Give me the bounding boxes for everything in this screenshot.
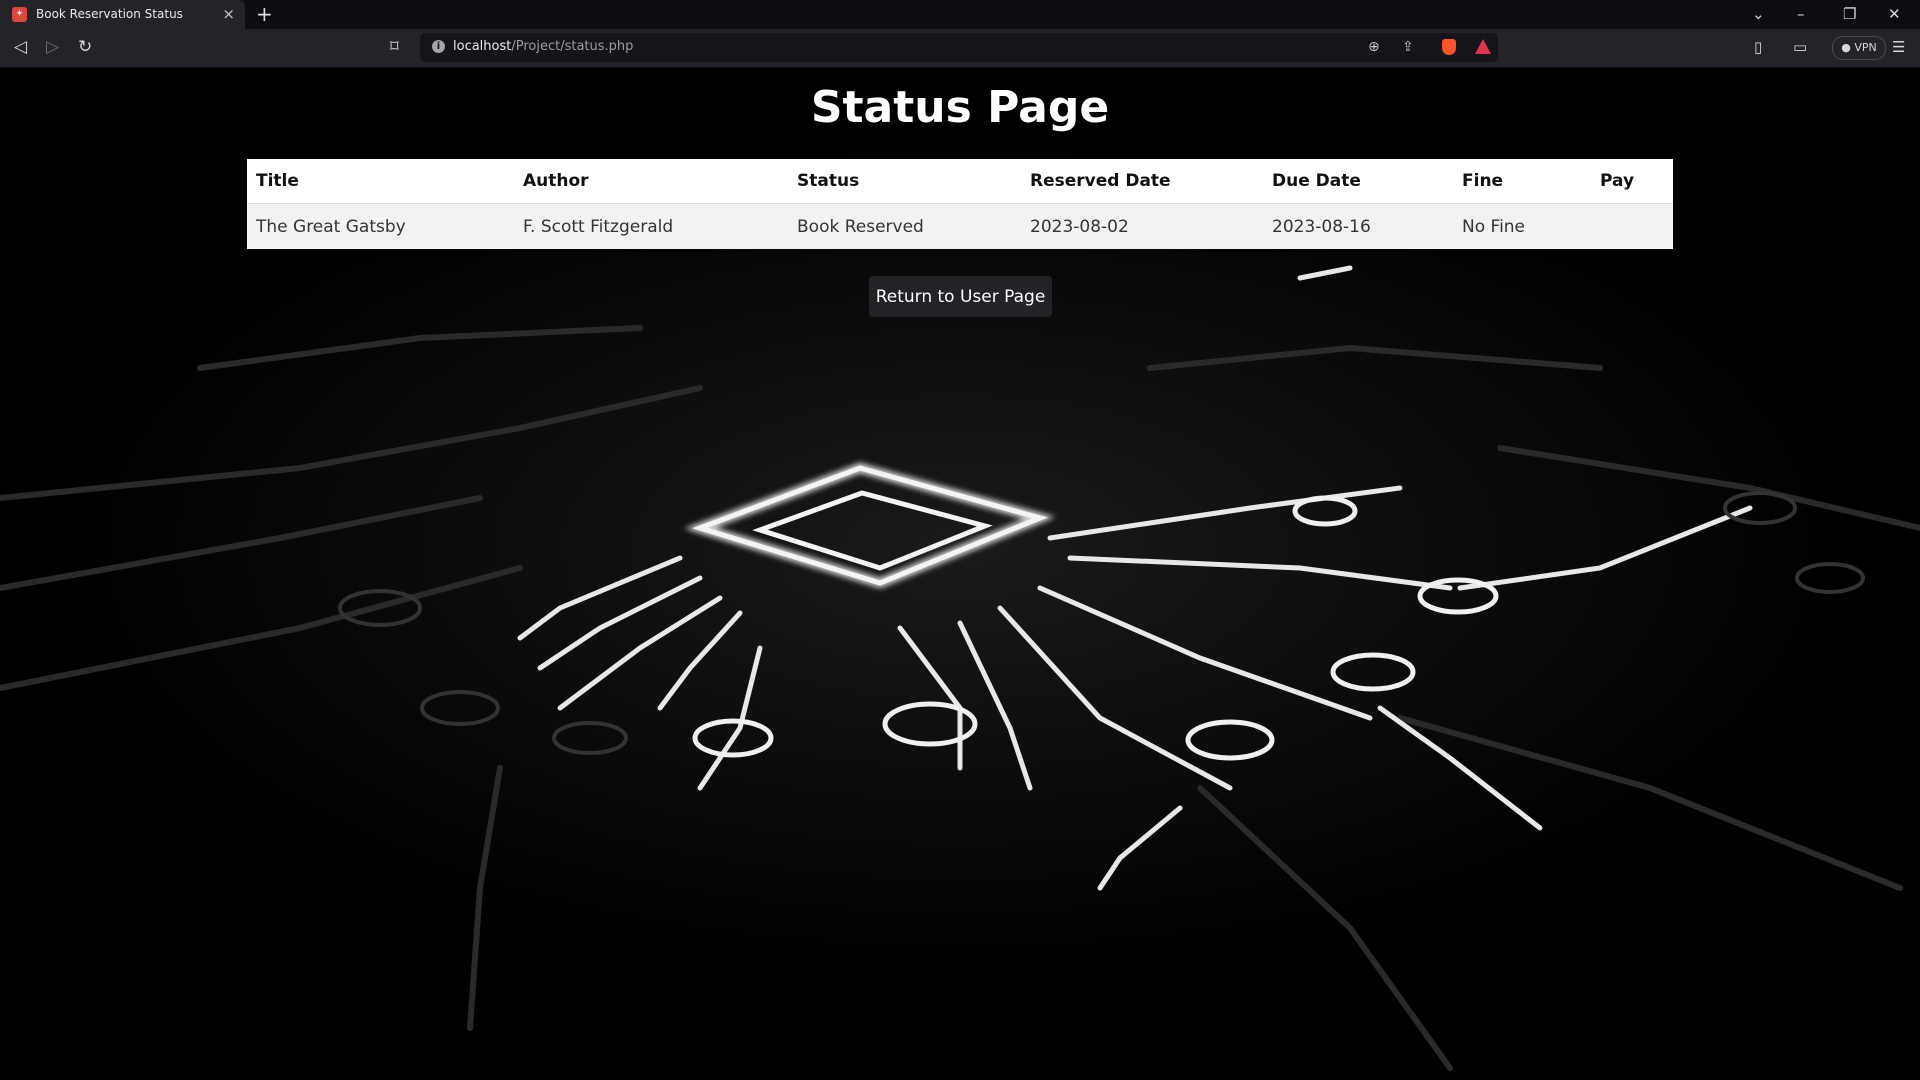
back-icon[interactable]: ◁ (14, 37, 27, 57)
column-header-pay: Pay (1591, 159, 1673, 204)
url-path: /Project/status.php (511, 39, 634, 54)
forward-icon[interactable]: ▷ (46, 37, 59, 57)
column-header-reserved-date: Reserved Date (1021, 159, 1263, 204)
address-bar[interactable]: i localhost/Project/status.php ⊕ ⇪ (420, 33, 1498, 62)
wallet-icon[interactable]: ▭ (1793, 38, 1807, 56)
column-header-fine: Fine (1453, 159, 1591, 204)
brave-rewards-icon[interactable] (1475, 39, 1491, 54)
column-header-status: Status (788, 159, 1021, 204)
site-info-icon[interactable]: i (432, 40, 445, 53)
cell-due-date: 2023-08-16 (1263, 203, 1453, 249)
minimize-icon[interactable]: – (1797, 3, 1805, 25)
tab-search-chevron-icon[interactable]: ⌄ (1752, 3, 1765, 25)
close-window-icon[interactable]: ✕ (1888, 3, 1901, 25)
close-tab-icon[interactable]: × (222, 4, 235, 24)
brave-shields-icon[interactable] (1442, 39, 1456, 55)
tab-title: Book Reservation Status (36, 7, 183, 21)
sidebar-icon[interactable]: ▯ (1754, 38, 1762, 56)
url-text: localhost/Project/status.php (453, 39, 633, 54)
share-icon[interactable]: ⇪ (1402, 39, 1414, 55)
table-row: The Great Gatsby F. Scott Fitzgerald Boo… (247, 203, 1673, 249)
browser-toolbar: ◁ ▷ ↻ ⌑ i localhost/Project/status.php ⊕… (0, 29, 1920, 68)
column-header-author: Author (514, 159, 788, 204)
page-title: Status Page (810, 82, 1110, 133)
bookmark-icon[interactable]: ⌑ (390, 37, 399, 57)
page-content: Status Page Title Author Status Reserved… (0, 68, 1920, 1080)
cell-author: F. Scott Fitzgerald (514, 203, 788, 249)
url-host: localhost (453, 39, 512, 54)
xampp-icon: ✦ (12, 7, 27, 22)
menu-icon[interactable]: ☰ (1892, 38, 1905, 56)
column-header-due-date: Due Date (1263, 159, 1453, 204)
tab-book-reservation-status[interactable]: ✦ Book Reservation Status × (0, 0, 245, 29)
browser-window: ✦ Book Reservation Status × + ⌄ – ❐ ✕ ◁ … (0, 0, 1920, 1080)
reload-icon[interactable]: ↻ (78, 37, 92, 57)
vpn-button[interactable]: ● VPN (1832, 36, 1886, 60)
vpn-label: VPN (1854, 41, 1877, 54)
tab-strip: ✦ Book Reservation Status × + ⌄ – ❐ ✕ (0, 0, 1920, 29)
cell-fine: No Fine (1453, 203, 1591, 249)
cell-reserved-date: 2023-08-02 (1021, 203, 1263, 249)
table-header-row: Title Author Status Reserved Date Due Da… (247, 159, 1673, 204)
column-header-title: Title (247, 159, 514, 204)
restore-icon[interactable]: ❐ (1843, 3, 1856, 25)
zoom-icon[interactable]: ⊕ (1368, 39, 1380, 55)
cell-status: Book Reserved (788, 203, 1021, 249)
cell-pay (1591, 203, 1673, 249)
return-to-user-page-button[interactable]: Return to User Page (869, 276, 1052, 317)
new-tab-icon[interactable]: + (256, 3, 273, 25)
reservation-status-table: Title Author Status Reserved Date Due Da… (247, 159, 1673, 249)
cell-title: The Great Gatsby (247, 203, 514, 249)
